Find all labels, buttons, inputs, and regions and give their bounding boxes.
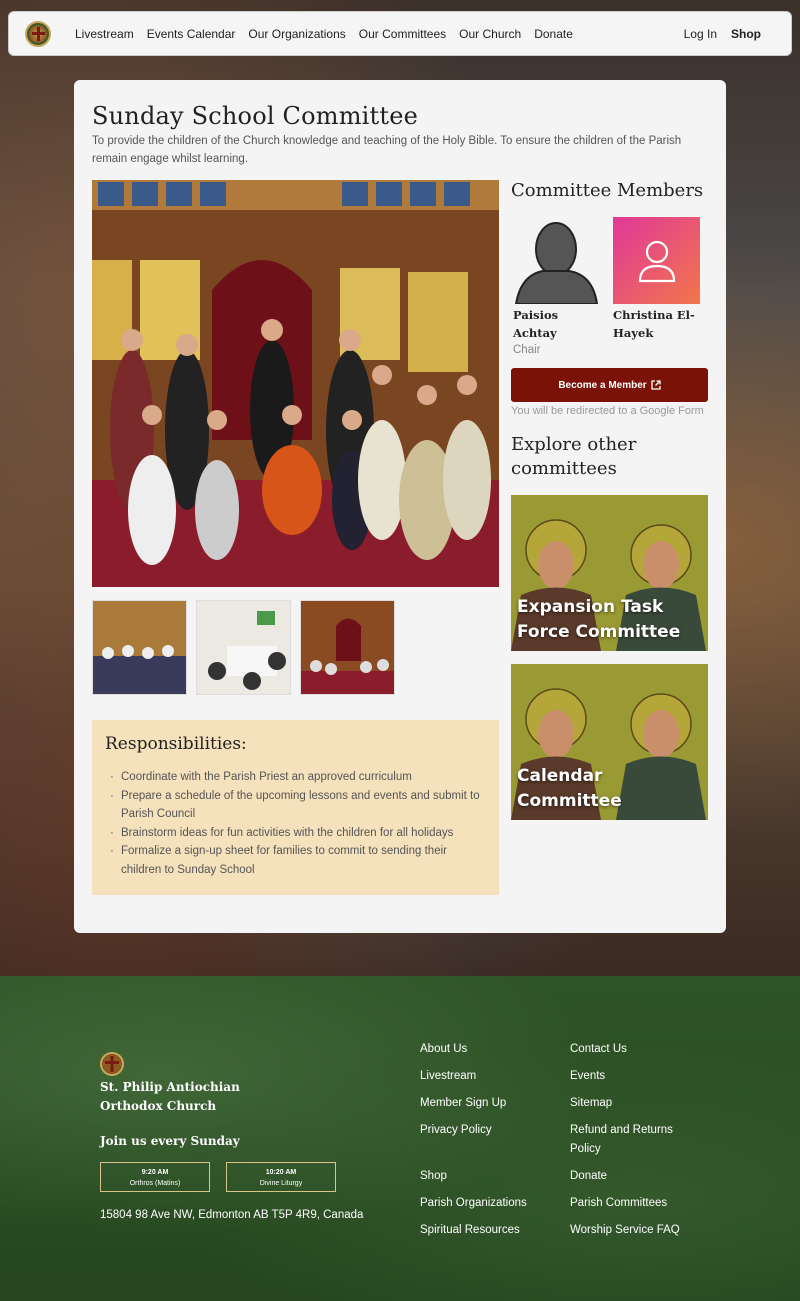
service-time-box: 10:20 AM Divine Liturgy (226, 1162, 336, 1192)
avatar (513, 217, 600, 305)
committee-members-title: Committee Members (511, 180, 704, 201)
shop-link[interactable]: Shop (731, 27, 761, 41)
thumbnail-photo-2[interactable] (196, 600, 291, 695)
responsibilities-list: Coordinate with the Parish Priest an app… (105, 768, 486, 879)
responsibilities-panel: Responsibilities: Coordinate with the Pa… (92, 720, 499, 895)
footer-link-shop[interactable]: Shop (420, 1167, 550, 1186)
footer-address: 15804 98 Ave NW, Edmonton AB T5P 4R9, Ca… (100, 1209, 364, 1221)
service-name: Orthros (Matins) (129, 1180, 181, 1187)
user-icon (638, 240, 675, 282)
member-card-2[interactable]: Christina El-Hayek (613, 217, 703, 342)
top-navbar: Livestream Events Calendar Our Organizat… (8, 11, 792, 56)
footer-link-parish-organizations[interactable]: Parish Organizations (420, 1194, 550, 1213)
footer-link-livestream[interactable]: Livestream (420, 1067, 550, 1086)
service-time: 9:20 AM (141, 1169, 169, 1176)
footer-links-column-1: About Us Livestream Member Sign Up Priva… (420, 1040, 550, 1248)
church-logo-icon[interactable] (25, 20, 51, 47)
explore-committees-title: Explore other committees (511, 434, 637, 479)
nav-link-our-church[interactable]: Our Church (459, 27, 521, 41)
group-photo-image (92, 180, 499, 587)
page-description: To provide the children of the Church kn… (92, 135, 682, 165)
nav-link-our-organizations[interactable]: Our Organizations (248, 27, 345, 41)
service-name: Divine Liturgy (259, 1180, 303, 1187)
service-time-box: 9:20 AM Orthros (Matins) (100, 1162, 210, 1192)
list-item: Prepare a schedule of the upcoming lesso… (105, 787, 486, 824)
footer-link-privacy-policy[interactable]: Privacy Policy (420, 1121, 550, 1140)
footer-links-column-2: Contact Us Events Sitemap Refund and Ret… (570, 1040, 700, 1248)
footer-spacer (420, 1148, 550, 1167)
member-role: Chair (513, 344, 541, 356)
committee-card-main: Sunday School Committee To provide the c… (74, 80, 726, 933)
list-item: Formalize a sign-up sheet for families t… (105, 842, 486, 879)
nav-links: Livestream Events Calendar Our Organizat… (75, 27, 573, 41)
main-group-photo[interactable] (92, 180, 499, 587)
committee-card-label: Calendar Committee (517, 766, 622, 811)
footer-link-worship-faq[interactable]: Worship Service FAQ (570, 1221, 700, 1240)
thumbnail-photo-3[interactable] (300, 600, 395, 695)
become-member-label: Become a Member (558, 379, 647, 391)
member-name: Christina El-Hayek (613, 308, 695, 340)
footer-link-spiritual-resources[interactable]: Spiritual Resources (420, 1221, 550, 1240)
footer-link-sitemap[interactable]: Sitemap (570, 1094, 700, 1113)
footer-logo-icon[interactable] (100, 1052, 124, 1076)
committee-card-expansion[interactable]: Expansion Task Force Committee (511, 495, 708, 651)
avatar (613, 217, 700, 304)
nav-right: Log In Shop (684, 27, 761, 41)
nav-link-events-calendar[interactable]: Events Calendar (147, 27, 236, 41)
footer-link-parish-committees[interactable]: Parish Committees (570, 1194, 700, 1213)
nav-link-our-committees[interactable]: Our Committees (359, 27, 446, 41)
become-member-button[interactable]: Become a Member (511, 368, 708, 402)
service-time: 10:20 AM (265, 1169, 297, 1176)
footer-link-donate[interactable]: Donate (570, 1167, 700, 1186)
person-silhouette-icon (514, 222, 599, 305)
login-link[interactable]: Log In (684, 27, 717, 41)
footer-join-text: Join us every Sunday (100, 1134, 240, 1148)
footer-link-about-us[interactable]: About Us (420, 1040, 550, 1059)
page-title: Sunday School Committee (92, 102, 419, 130)
footer-link-member-sign-up[interactable]: Member Sign Up (420, 1094, 550, 1113)
redirect-note: You will be redirected to a Google Form (511, 405, 704, 417)
photo-thumbnails (92, 600, 395, 695)
list-item: Brainstorm ideas for fun activities with… (105, 824, 486, 843)
committee-card-calendar[interactable]: Calendar Committee (511, 664, 708, 820)
member-name: Paisios Achtay (513, 308, 559, 340)
footer-church-name: St. Philip Antiochian Orthodox Church (100, 1080, 240, 1113)
footer-link-contact-us[interactable]: Contact Us (570, 1040, 700, 1059)
nav-link-livestream[interactable]: Livestream (75, 27, 134, 41)
member-card-1[interactable]: Paisios Achtay Chair (513, 217, 603, 358)
external-link-icon (651, 380, 661, 390)
committee-card-label: Expansion Task Force Committee (517, 597, 681, 642)
list-item: Coordinate with the Parish Priest an app… (105, 768, 486, 787)
thumbnail-photo-1[interactable] (92, 600, 187, 695)
footer-link-refund-policy[interactable]: Refund and Returns Policy (570, 1121, 700, 1159)
nav-link-donate[interactable]: Donate (534, 27, 573, 41)
footer-link-events[interactable]: Events (570, 1067, 700, 1086)
responsibilities-title: Responsibilities: (105, 734, 247, 754)
